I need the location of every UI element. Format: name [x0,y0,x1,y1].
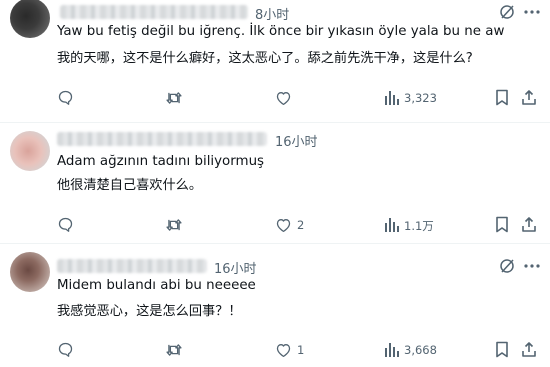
avatar[interactable] [10,0,50,38]
share-icon[interactable] [521,341,537,358]
like-count: 2 [297,218,305,232]
repost-icon[interactable] [165,342,183,358]
like-icon[interactable] [275,90,292,106]
bookmark-icon[interactable] [495,341,509,358]
more-icon[interactable] [524,264,540,268]
repost-icon[interactable] [165,90,183,106]
reply-post-2[interactable]: 16小时 Adam ağzının tadını biliyormuş 他很清楚… [0,123,550,241]
grok-icon[interactable] [499,258,515,274]
view-count: 3,323 [404,91,437,105]
avatar[interactable] [10,131,50,171]
reply-icon[interactable] [57,341,74,358]
like-icon[interactable] [275,217,292,233]
more-icon[interactable] [524,10,540,14]
post-text: Midem bulandı abi bu neeeee [57,278,256,293]
avatar[interactable] [10,252,50,292]
share-icon[interactable] [521,216,537,233]
post-translation: 他很清楚自己喜欢什么。 [57,178,203,193]
share-icon[interactable] [521,89,537,106]
reply-post-3[interactable]: 16小时 Midem bulandı abi bu neeeee 我感觉恶心，这… [0,244,550,367]
post-text: Yaw bu fetiş değil bu iğrenç. İlk önce b… [57,24,505,39]
views-icon[interactable] [384,342,400,358]
author-name-blurred[interactable] [57,132,267,146]
post-time[interactable]: 8小时 [255,4,289,23]
reply-post-1[interactable]: 8小时 Yaw bu fetiş değil bu iğrenç. İlk ön… [0,0,550,123]
reply-icon[interactable] [57,89,74,106]
like-icon[interactable] [275,342,292,358]
repost-icon[interactable] [165,217,183,233]
view-count: 3,668 [404,343,437,357]
like-count: 1 [297,343,305,357]
bookmark-icon[interactable] [495,216,509,233]
author-name-blurred[interactable] [60,5,248,19]
post-text: Adam ağzının tadını biliyormuş [57,154,265,169]
view-count: 1.1万 [404,219,434,233]
views-icon[interactable] [384,217,400,233]
reply-icon[interactable] [57,216,74,233]
post-translation: 我的天哪，这不是什么癖好，这太恶心了。舔之前先洗干净，这是什么? [57,51,473,66]
views-icon[interactable] [384,90,400,106]
grok-icon[interactable] [499,4,515,20]
author-name-blurred[interactable] [57,259,207,273]
bookmark-icon[interactable] [495,89,509,106]
post-time[interactable]: 16小时 [275,131,318,150]
post-time[interactable]: 16小时 [214,258,257,277]
post-translation: 我感觉恶心，这是怎么回事？！ [57,304,242,319]
